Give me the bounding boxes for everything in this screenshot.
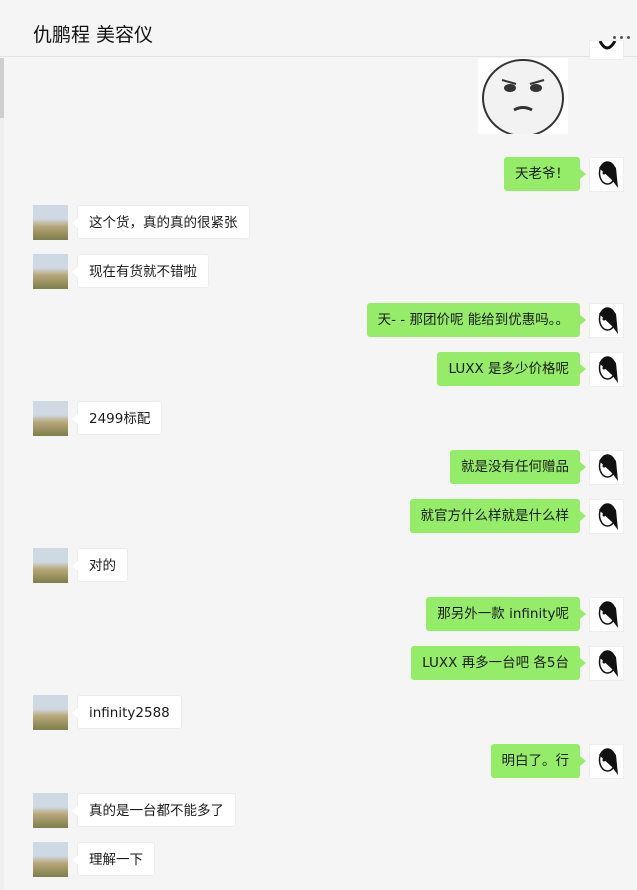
avatar-contact[interactable] — [33, 842, 68, 877]
avatar-contact[interactable] — [33, 793, 68, 828]
message-bubble-contact[interactable]: 2499标配 — [71, 401, 163, 435]
message-bubble-self[interactable]: 天- - 那团价呢 能给到优惠吗。。 — [366, 303, 587, 337]
message-bubble-contact[interactable]: 对的 — [72, 548, 128, 582]
message-row: 真的是一台都不能多了 — [0, 791, 637, 831]
avatar-contact[interactable] — [33, 254, 68, 289]
message-bubble-self[interactable]: LUXX 是多少价格呢 — [437, 352, 586, 386]
avatar-self[interactable] — [589, 450, 624, 485]
message-bubble-contact[interactable]: 这个货，真的真的很紧张 — [72, 205, 250, 239]
chat-header: 仇鹏程 美容仪 — [0, 0, 637, 57]
message-row: LUXX 是多少价格呢 — [0, 350, 637, 390]
avatar-self[interactable] — [589, 40, 624, 60]
avatar-self[interactable] — [589, 157, 624, 192]
more-horizontal-icon[interactable] — [613, 24, 635, 39]
message-bubble-contact[interactable]: infinity2588 — [72, 695, 182, 729]
message-bubble-self[interactable]: 那另外一款 infinity呢 — [426, 597, 586, 631]
message-bubble-self[interactable]: 明白了。行 — [490, 744, 586, 778]
message-bubble-self[interactable]: 就是没有任何赠品 — [450, 450, 586, 484]
chat-title: 仇鹏程 美容仪 — [33, 24, 154, 46]
message-bubble-self[interactable]: 天老爷！ — [504, 157, 586, 191]
sticker-image — [478, 58, 568, 137]
message-row: 理解一下 — [0, 840, 637, 880]
avatar-contact[interactable] — [33, 401, 68, 436]
message-row: 就是没有任何赠品 — [0, 448, 637, 488]
avatar-self[interactable] — [589, 303, 624, 338]
message-row: 对的 — [0, 546, 637, 586]
message-row: 2499标配 — [0, 399, 637, 439]
scrollbar-thumb[interactable] — [0, 58, 4, 118]
avatar-contact[interactable] — [33, 695, 68, 730]
avatar-self[interactable] — [589, 597, 624, 632]
message-row: 那另外一款 infinity呢 — [0, 595, 637, 635]
avatar-self[interactable] — [589, 499, 624, 534]
message-row: infinity2588 — [0, 693, 637, 733]
message-bubble-self[interactable]: LUXX 再多一台吧 各5台 — [411, 646, 586, 680]
avatar-self[interactable] — [589, 646, 624, 681]
message-bubble-contact[interactable]: 现在有货就不错啦 — [72, 254, 209, 288]
message-bubble-contact[interactable]: 理解一下 — [72, 842, 155, 876]
message-row: 明白了。行 — [0, 742, 637, 782]
message-bubble-contact[interactable]: 真的是一台都不能多了 — [72, 793, 236, 827]
message-row: LUXX 再多一台吧 各5台 — [0, 644, 637, 684]
avatar-contact[interactable] — [33, 548, 68, 583]
message-row: 天老爷！ — [0, 155, 637, 195]
message-row: 这个货，真的真的很紧张 — [0, 203, 637, 243]
message-row: 就官方什么样就是什么样 — [0, 497, 637, 537]
message-bubble-self[interactable]: 就官方什么样就是什么样 — [409, 499, 586, 533]
avatar-self[interactable] — [589, 352, 624, 387]
avatar-contact[interactable] — [33, 205, 68, 240]
message-row: 现在有货就不错啦 — [0, 252, 637, 292]
message-row: 天- - 那团价呢 能给到优惠吗。。 — [0, 301, 637, 341]
avatar-self[interactable] — [589, 744, 624, 779]
